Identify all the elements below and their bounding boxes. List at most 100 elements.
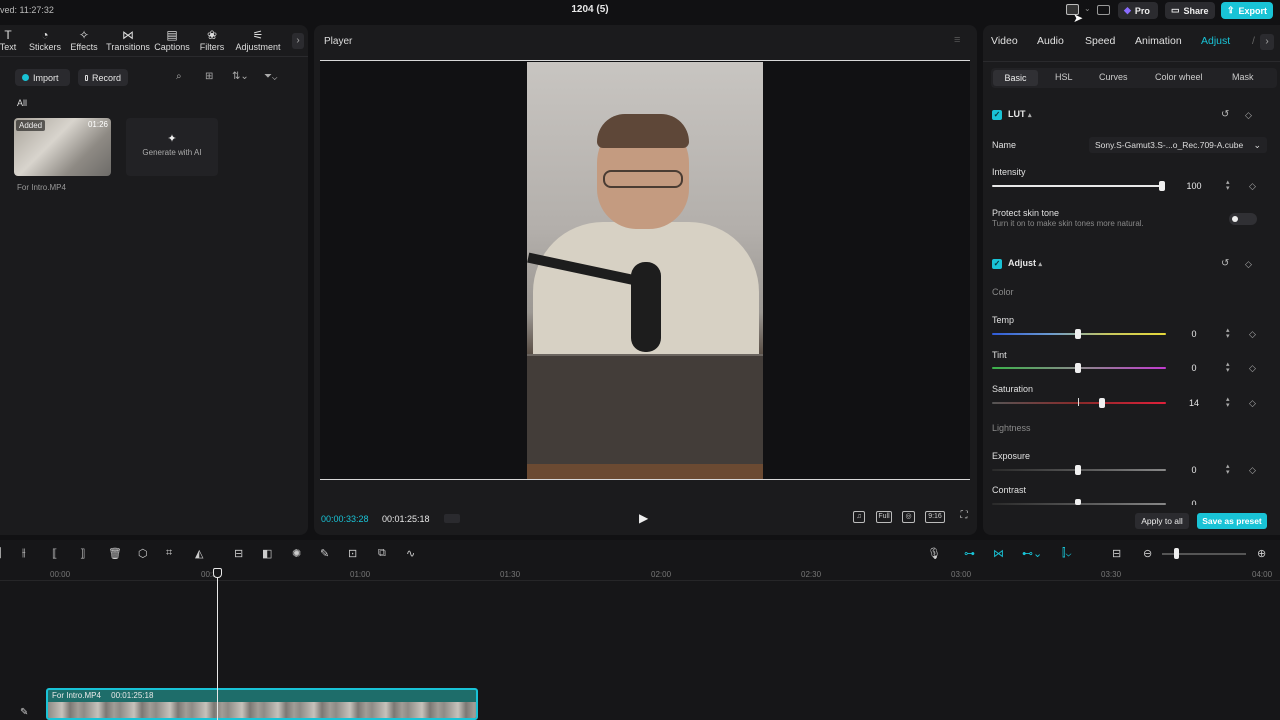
select-tool-icon[interactable]: ⎸ [0,547,11,560]
subtab-basic[interactable]: Basic [993,70,1038,86]
project-title[interactable]: 1204 (5) [540,4,640,15]
saturation-stepper[interactable]: ▴ ▾ [1226,396,1230,409]
playhead[interactable] [217,570,218,720]
pro-button[interactable]: ◆ Pro [1118,2,1158,19]
keyframe-icon[interactable]: ◇ [1249,181,1256,192]
intensity-knob[interactable] [1159,181,1165,191]
chevron-right-icon[interactable]: › [1260,34,1274,50]
media-thumbnail[interactable]: Added 01:26 [14,118,111,176]
tint-value[interactable]: 0 [1182,363,1206,373]
split-icon[interactable]: ⫲ [22,547,26,560]
image-icon[interactable]: ⧉ [378,547,386,560]
pen-icon[interactable]: ✎ [20,707,28,718]
zoom-in-icon[interactable]: ⊕ [1257,547,1266,560]
playhead-handle[interactable] [213,568,222,578]
fit-icon[interactable]: ⊟ [1112,547,1121,560]
filter-all[interactable]: All [17,98,27,108]
tab-adjustment[interactable]: ⚟ Adjustment [232,28,284,52]
caption-icon[interactable]: ⊡ [348,547,357,560]
speed-icon[interactable]: ◭ [195,547,203,560]
time-ruler[interactable] [0,580,1280,581]
mirror-icon[interactable]: ◧ [262,547,272,560]
preview-canvas[interactable] [320,60,970,480]
import-button[interactable]: Import [15,69,70,86]
magic-icon[interactable]: ✎ [320,547,329,560]
lut-title[interactable]: LUT ▴ [1008,109,1032,119]
exposure-knob[interactable] [1075,465,1081,475]
temp-knob[interactable] [1075,329,1081,339]
tab-captions[interactable]: ▤ Captions [150,28,194,52]
reset-icon[interactable]: ↺ [1221,109,1229,120]
shortcut-icon[interactable] [1097,5,1110,15]
saturation-knob[interactable] [1099,398,1105,408]
split-right-icon[interactable]: ⟧ [80,547,85,560]
apply-to-all-button[interactable]: Apply to all [1135,513,1189,529]
tab-video[interactable]: Video [991,35,1018,47]
intensity-stepper[interactable]: ▴ ▾ [1226,179,1230,192]
microphone-icon[interactable]: 🎙 [927,547,941,560]
menu-icon[interactable]: ≡ [954,34,960,46]
keyframe-icon[interactable]: ◇ [1249,329,1256,340]
audio-wave-icon[interactable]: ∿ [406,547,415,560]
tab-animation[interactable]: Animation [1135,35,1182,47]
grid-view-icon[interactable]: ⊞ [205,71,213,82]
keyframe-icon[interactable]: ◇ [1249,363,1256,374]
freeze-icon[interactable]: ✺ [292,547,301,560]
tab-adjust[interactable]: Adjust [1201,35,1230,47]
subtab-color-wheel[interactable]: Color wheel [1155,72,1203,82]
tab-audio[interactable]: Audio [1037,35,1064,47]
tab-transitions[interactable]: ⋈ Transitions [104,28,152,52]
temp-value[interactable]: 0 [1182,329,1206,339]
play-button[interactable]: ▶ [639,511,648,525]
intensity-slider[interactable] [992,185,1164,187]
filter-icon[interactable]: ⏷⌄ [264,71,277,82]
saturation-value[interactable]: 14 [1182,398,1206,408]
tint-stepper[interactable]: ▴ ▾ [1226,361,1230,374]
keyframe-icon[interactable]: ◇ [1249,465,1256,476]
saturation-slider[interactable] [992,402,1166,404]
keyframe-icon[interactable]: ◇ [1245,110,1252,121]
intensity-value[interactable]: 100 [1182,181,1206,191]
linkage-icon[interactable]: ⊷⌄ [1022,547,1042,560]
split-left-icon[interactable]: ⟦ [52,547,57,560]
fullscreen-icon[interactable]: ⛶ [958,511,970,523]
lut-checkbox[interactable]: ✓ [992,110,1002,120]
mark-icon[interactable]: ⬡ [138,547,148,560]
full-quality-button[interactable]: Full [876,511,892,523]
ratio-button[interactable]: 9:16 [925,511,945,523]
subtab-mask[interactable]: Mask [1232,72,1254,82]
contrast-value[interactable]: 0 [1182,499,1206,505]
export-button[interactable]: ⇪ Export [1221,2,1273,19]
generate-ai-button[interactable]: ✦ Generate with AI [126,118,218,176]
subtab-hsl[interactable]: HSL [1055,72,1073,82]
crop-icon[interactable]: ⌗ [166,547,172,560]
tab-speed[interactable]: Speed [1085,35,1115,47]
delete-icon[interactable]: 🗑 [108,547,122,560]
tint-knob[interactable] [1075,363,1081,373]
subtab-curves[interactable]: Curves [1099,72,1128,82]
share-button[interactable]: ▭ Share [1165,2,1215,19]
sort-icon[interactable]: ⇅⌄ [232,71,249,82]
search-icon[interactable]: ⌕ [176,71,182,82]
lut-name-select[interactable]: Sony.S-Gamut3.S-...o_Rec.709-A.cube ⌄ [1089,137,1267,153]
contrast-knob[interactable] [1075,499,1081,505]
adjust-title[interactable]: Adjust ▴ [1008,258,1042,268]
exposure-stepper[interactable]: ▴ ▾ [1226,463,1230,476]
link-icon[interactable]: ⊶ [964,547,975,560]
chevron-right-icon[interactable]: › [292,33,304,49]
tab-effects[interactable]: ✧ Effects [62,28,106,52]
replace-icon[interactable]: ⊟ [234,547,243,560]
tab-more[interactable]: / [1252,35,1255,47]
chevron-down-icon[interactable]: ⌄ [1084,4,1091,13]
preview-axis-icon[interactable]: ⫿⌄ [1062,547,1071,560]
keyframe-icon[interactable]: ◇ [1249,398,1256,409]
zoom-knob[interactable] [1174,548,1179,559]
protect-skin-toggle[interactable] [1229,213,1257,225]
timecode-toggle[interactable] [444,514,460,523]
snap-icon[interactable]: ⋈ [993,547,1004,560]
keyframe-icon[interactable]: ◇ [1245,259,1252,270]
tab-filters[interactable]: ❀ Filters [190,28,234,52]
tab-stickers[interactable]: ◔ Stickers [23,28,67,52]
adjust-checkbox[interactable]: ✓ [992,259,1002,269]
save-as-preset-button[interactable]: Save as preset [1197,513,1267,529]
